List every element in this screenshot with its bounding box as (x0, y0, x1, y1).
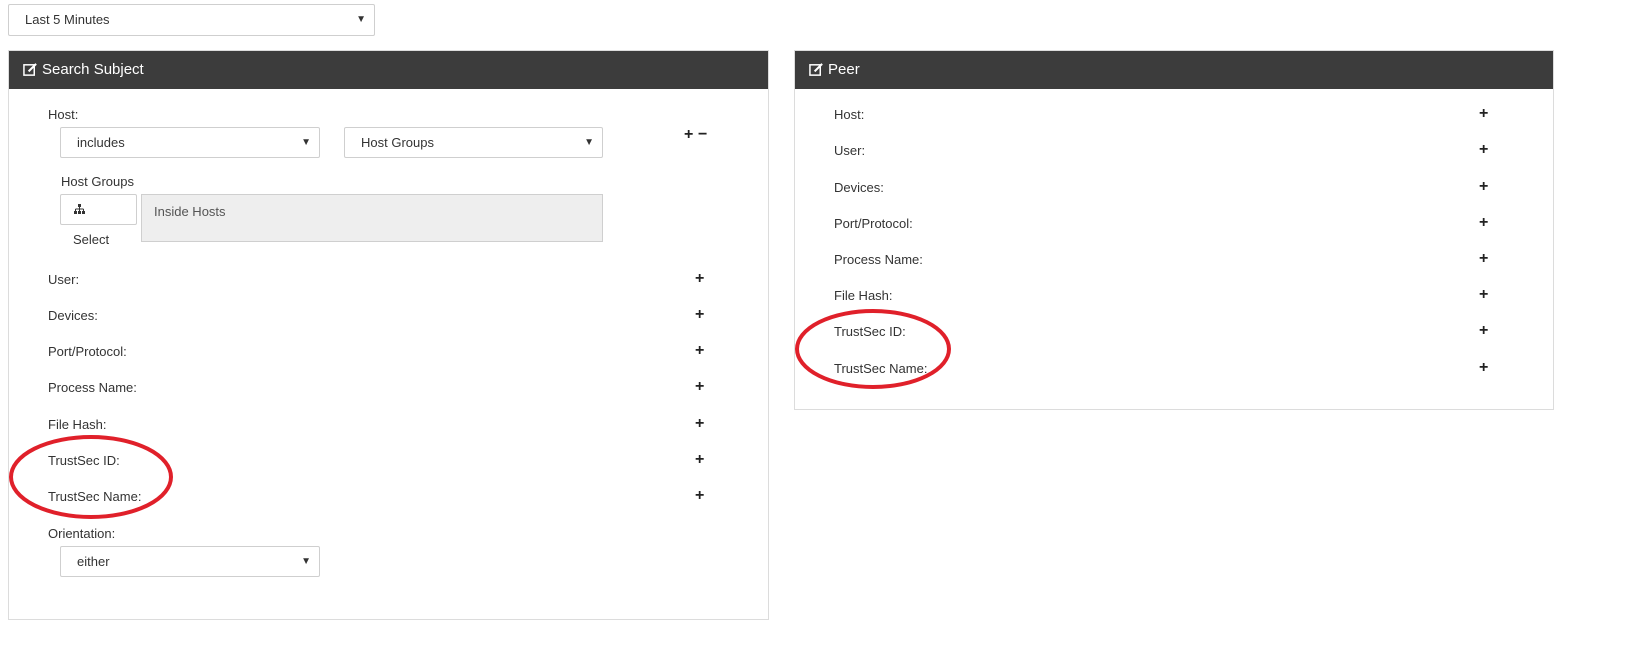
host-label: Host: (48, 107, 79, 122)
field-label: Process Name: (834, 252, 923, 267)
field-label: Process Name: (48, 380, 137, 395)
caret-down-icon: ▼ (584, 137, 594, 148)
host-groups-label: Host Groups (61, 174, 134, 189)
add-user-button[interactable]: + (695, 271, 704, 287)
add-process-name-button[interactable]: + (695, 379, 704, 395)
host-type-select[interactable]: Host Groups ▼ (344, 127, 603, 158)
add-trustsec-name-button[interactable]: + (695, 488, 704, 504)
time-range-select[interactable]: Last 5 Minutes ▼ (8, 4, 375, 36)
field-label: Host: (834, 107, 865, 122)
field-label: Port/Protocol: (834, 216, 913, 231)
host-groups-textarea[interactable]: Inside Hosts (141, 194, 603, 242)
add-port-protocol-button[interactable]: + (1479, 215, 1488, 231)
field-label: Port/Protocol: (48, 344, 127, 359)
field-label: TrustSec Name: (834, 361, 928, 376)
add-devices-button[interactable]: + (695, 307, 704, 323)
field-label: User: (834, 143, 866, 158)
add-file-hash-button[interactable]: + (1479, 287, 1488, 303)
orientation-select[interactable]: either ▼ (60, 546, 320, 577)
add-user-button[interactable]: + (1479, 142, 1488, 158)
time-range-value: Last 5 Minutes (25, 12, 110, 27)
caret-down-icon: ▼ (356, 14, 366, 25)
field-label: Devices: (834, 180, 884, 195)
add-port-protocol-button[interactable]: + (695, 343, 704, 359)
search-subject-title: Search Subject (42, 61, 144, 78)
peer-title: Peer (828, 61, 860, 78)
orientation-value: either (77, 554, 110, 569)
sitemap-icon (73, 196, 86, 225)
field-label: User: (48, 272, 80, 287)
host-operator-value: includes (77, 135, 125, 150)
edit-icon (809, 54, 824, 92)
field-label: File Hash: (834, 288, 893, 303)
add-host-button[interactable]: + (1479, 106, 1488, 122)
add-devices-button[interactable]: + (1479, 179, 1488, 195)
peer-header: Peer (795, 51, 1553, 89)
field-label: TrustSec ID: (834, 324, 906, 339)
remove-host-condition-button[interactable]: − (698, 127, 707, 143)
orientation-label: Orientation: (48, 526, 116, 541)
search-subject-header: Search Subject (9, 51, 768, 89)
field-label: File Hash: (48, 417, 107, 432)
field-label: TrustSec ID: (48, 453, 120, 468)
add-file-hash-button[interactable]: + (695, 416, 704, 432)
caret-down-icon: ▼ (301, 556, 311, 567)
host-groups-value: Inside Hosts (154, 204, 226, 219)
field-label: Devices: (48, 308, 98, 323)
add-process-name-button[interactable]: + (1479, 251, 1488, 267)
peer-panel: Peer Host: + User: + Devices: + Port/Pro… (794, 50, 1554, 410)
search-subject-panel: Search Subject Host: includes ▼ Host Gro… (8, 50, 769, 620)
select-host-groups-button[interactable]: Select (60, 194, 137, 247)
field-label: TrustSec Name: (48, 489, 142, 504)
host-operator-select[interactable]: includes ▼ (60, 127, 320, 158)
add-host-condition-button[interactable]: + (684, 127, 693, 143)
add-trustsec-name-button[interactable]: + (1479, 360, 1488, 376)
add-trustsec-id-button[interactable]: + (695, 452, 704, 468)
caret-down-icon: ▼ (301, 137, 311, 148)
select-button-label: Select (73, 232, 110, 247)
add-trustsec-id-button[interactable]: + (1479, 323, 1488, 339)
host-type-value: Host Groups (361, 135, 434, 150)
edit-icon (23, 54, 38, 92)
